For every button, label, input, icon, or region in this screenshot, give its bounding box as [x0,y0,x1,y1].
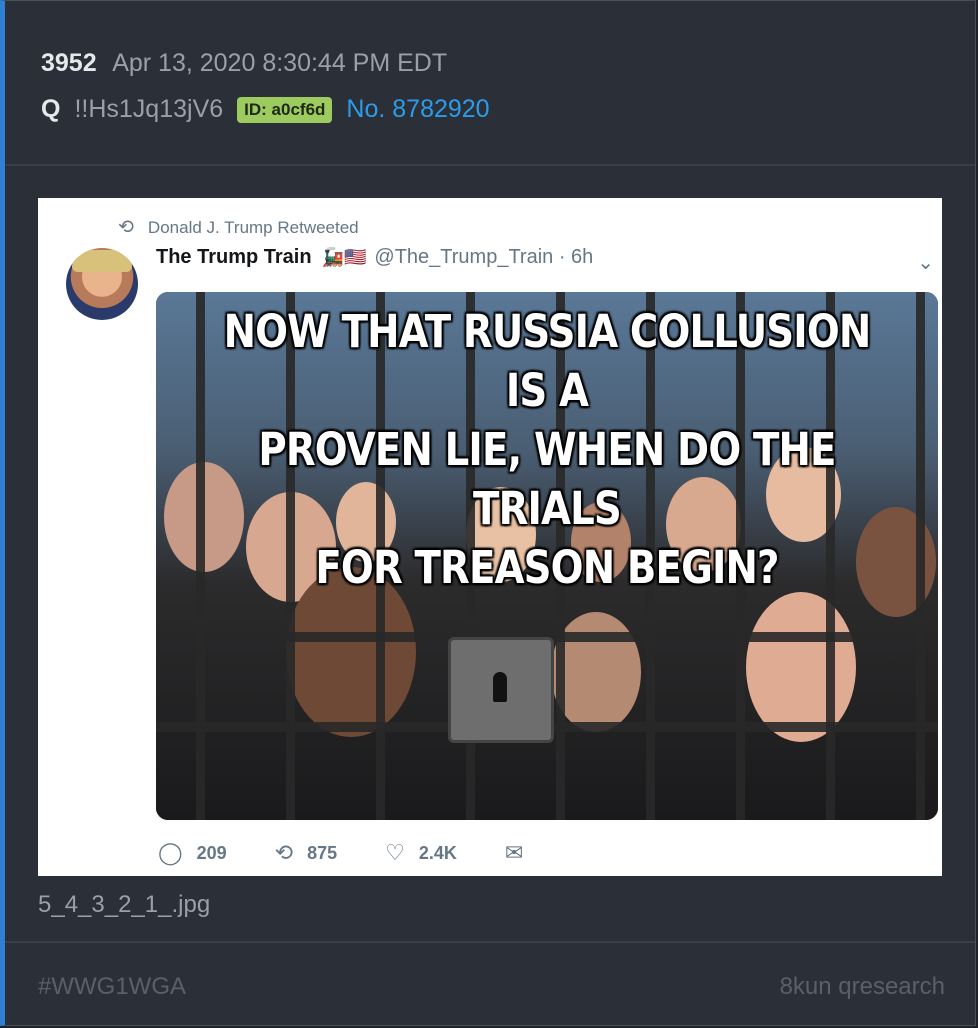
chevron-down-icon: ⌄ [917,252,934,274]
meme-image: NOW THAT RUSSIA COLLUSION IS A PROVEN LI… [156,292,938,820]
tweet-handle-time: @The_Trump_Train · 6h [374,246,594,268]
post-author-line: Q !!Hs1Jq13jV6 ID: a0cf6d No. 8782920 [41,95,490,124]
hashtag: #WWG1WGA [38,973,186,1000]
retweet-line: ⟲ Donald J. Trump Retweeted [118,216,359,239]
reply-action: ◯ 209 [158,840,227,866]
tweet-actions: ◯ 209 ⟲ 875 ♡ 2.4K ✉ [158,840,585,866]
post-number-link[interactable]: No. 8782920 [346,95,489,124]
retweet-count: 875 [307,842,338,863]
envelope-icon: ✉ [504,840,524,865]
id-badge: ID: a0cf6d [237,96,333,123]
avatar [66,248,138,320]
tripcode: !!Hs1Jq13jV6 [74,95,224,123]
like-count: 2.4K [418,842,457,863]
post-meta-line: 3952 Apr 13, 2020 8:30:44 PM EDT [41,49,447,78]
tweet-display-name: The Trump Train [156,246,312,268]
header-divider [5,164,975,166]
like-action: ♡ 2.4K [385,840,457,866]
attachment-filename[interactable]: 5_4_3_2_1_.jpg [38,891,210,919]
retweet-icon: ⟲ [274,840,294,865]
retweet-action: ⟲ 875 [275,840,337,866]
retweet-icon: ⟲ [118,217,134,238]
comment-icon: ◯ [158,840,183,865]
train-flag-emoji-icon: 🚂🇺🇸 [321,247,367,267]
post-timestamp: Apr 13, 2020 8:30:44 PM EDT [112,49,448,77]
padlock-icon [448,637,554,743]
reply-count: 209 [196,842,227,863]
author-name: Q [41,95,61,123]
tweet-screenshot-image[interactable]: ⟲ Donald J. Trump Retweeted The Trump Tr… [38,198,942,876]
post-number: 3952 [41,49,97,77]
message-action: ✉ [505,840,537,866]
heart-icon: ♡ [385,840,405,865]
tweet-author-line: The Trump Train 🚂🇺🇸 @The_Trump_Train · 6… [156,246,593,269]
post-header: 3952 Apr 13, 2020 8:30:44 PM EDT Q !!Hs1… [5,1,975,164]
post-card: 3952 Apr 13, 2020 8:30:44 PM EDT Q !!Hs1… [0,0,976,1026]
post-footer: #WWG1WGA 8kun qresearch [5,943,975,1025]
source-label: 8kun qresearch [779,973,945,1000]
retweet-label: Donald J. Trump Retweeted [147,217,359,237]
meme-caption: NOW THAT RUSSIA COLLUSION IS A PROVEN LI… [223,305,872,594]
